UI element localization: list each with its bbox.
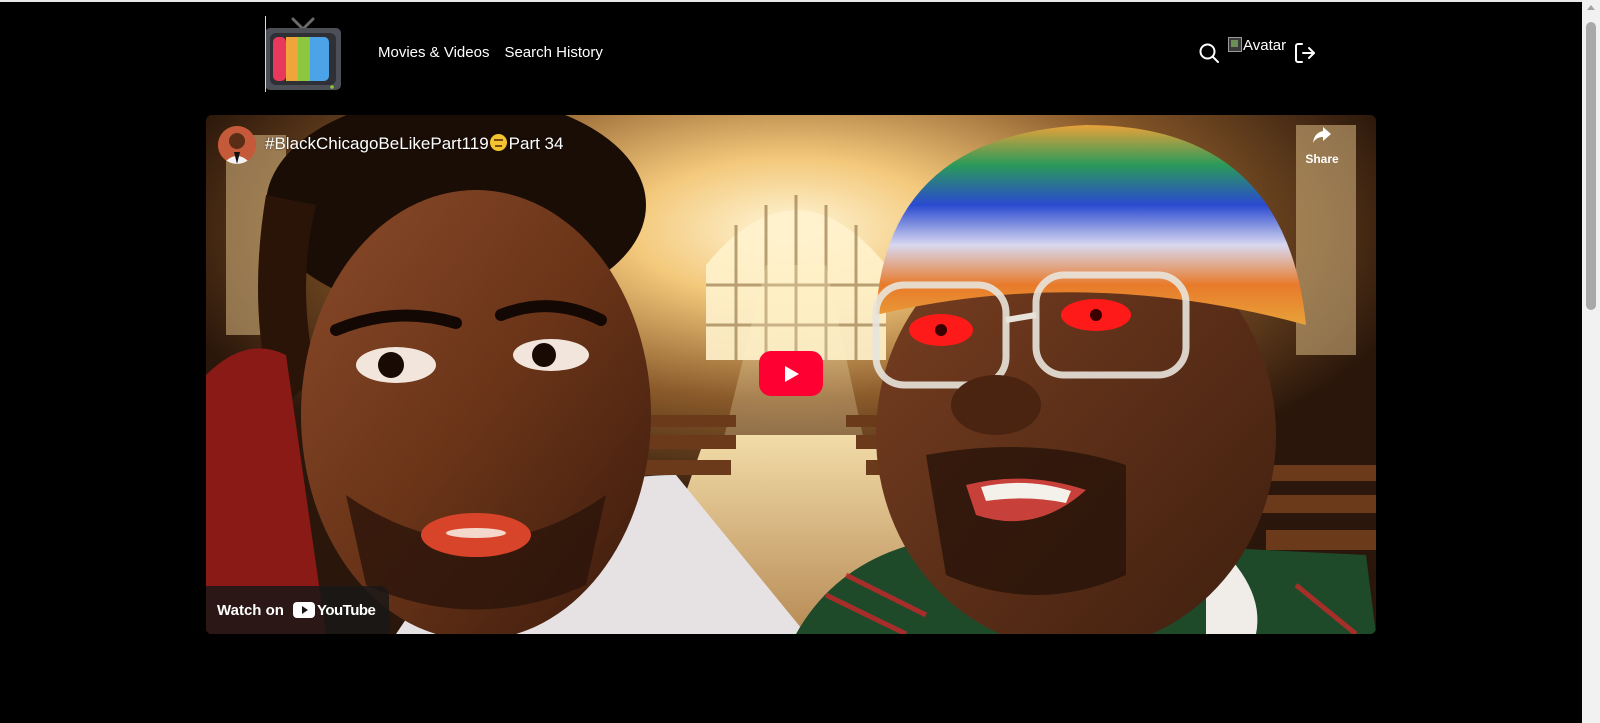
watch-on-label: Watch on: [217, 601, 284, 619]
share-label: Share: [1305, 152, 1339, 166]
channel-avatar[interactable]: [218, 126, 256, 164]
play-icon: [785, 365, 799, 382]
watch-on-youtube-button[interactable]: Watch on YouTube: [206, 586, 390, 634]
nav-search-history[interactable]: Search History: [504, 44, 602, 61]
header-actions: Avatar: [1196, 37, 1318, 66]
page: Movies & Videos Search History Avatar #B…: [0, 0, 1600, 723]
avatar-alt-text: Avatar: [1243, 37, 1287, 54]
video-title-part: Part 34: [508, 134, 564, 153]
site-logo[interactable]: [265, 16, 341, 92]
share-icon: [1313, 127, 1331, 143]
scroll-thumb[interactable]: [1586, 22, 1596, 310]
nav-movies-videos[interactable]: Movies & Videos: [378, 44, 489, 61]
youtube-wordmark: YouTube: [316, 601, 376, 619]
unamused-emoji-icon: [489, 134, 507, 151]
main-nav: Movies & Videos Search History: [378, 44, 603, 61]
video-player[interactable]: #BlackChicagoBeLikePart119 Part 34 Share …: [206, 115, 1376, 634]
search-icon[interactable]: [1196, 40, 1222, 66]
share-button[interactable]: Share: [1292, 125, 1352, 166]
window-top-edge: [0, 0, 1582, 2]
broken-image-icon: [1228, 37, 1242, 52]
logout-icon[interactable]: [1292, 40, 1318, 66]
video-title[interactable]: #BlackChicagoBeLikePart119 Part 34: [265, 134, 563, 154]
play-button[interactable]: [759, 351, 823, 396]
retro-tv-icon: [265, 17, 341, 90]
avatar[interactable]: Avatar: [1228, 37, 1286, 63]
logo-divider: [265, 16, 266, 92]
page-scrollbar[interactable]: [1582, 0, 1600, 723]
youtube-logo: YouTube: [292, 601, 376, 619]
youtube-icon: [292, 602, 315, 618]
scroll-up-arrow-icon[interactable]: [1587, 5, 1595, 10]
video-title-text: #BlackChicagoBeLikePart119: [265, 134, 489, 153]
